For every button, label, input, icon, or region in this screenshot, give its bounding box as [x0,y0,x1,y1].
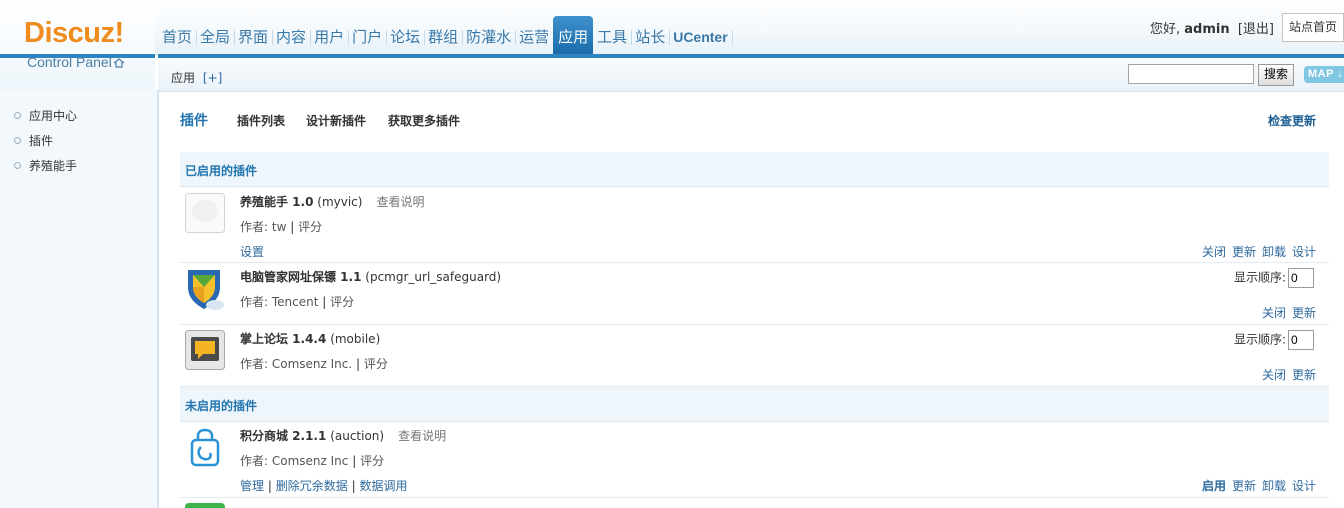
shopping-bag-icon [185,427,225,467]
update-link[interactable]: 更新 [1292,368,1316,382]
enabled-section-header: 已启用的插件 [180,152,1329,187]
search-input[interactable] [1128,64,1254,84]
plugin-ops: 启用 更新 卸载 设计 [1196,477,1316,494]
plugin-name: 养殖能手 1.0 (myvic) 查看说明 [240,195,425,209]
logout-link[interactable]: [退出] [1238,22,1274,37]
breadcrumb: 应用 [+] [171,71,223,85]
plugin-author: 作者: tw | 评分 [240,220,323,234]
nav-users[interactable]: 用户 [310,16,350,56]
bullet-icon [14,162,21,169]
nav-home[interactable]: 首页 [158,16,198,56]
plugin-row [180,498,1329,508]
plugin-row: 积分商城 2.1.1 (auction) 查看说明 作者: Comsenz Inc… [180,422,1329,498]
rate-link[interactable]: 评分 [360,454,384,468]
user-area: 您好, admin [退出] 站点首页 [1150,13,1344,42]
plugin-author: 作者: Comsenz Inc. | 评分 [240,357,388,371]
nav-global[interactable]: 全局 [196,16,236,56]
disable-link[interactable]: 关闭 [1262,368,1286,382]
display-order: 显示顺序: [1234,330,1314,350]
plugin-row: 掌上论坛 1.4.4 (mobile) 作者: Comsenz Inc. | 评… [180,325,1329,387]
bullet-icon [14,137,21,144]
tab-plugin-list[interactable]: 插件列表 [237,112,285,129]
sidebar-item-plugins[interactable]: 插件 [14,131,157,156]
header-bar-left [0,54,155,58]
home-icon [113,58,125,68]
tab-design-plugin[interactable]: 设计新插件 [306,112,366,129]
design-link[interactable]: 设计 [1292,245,1316,259]
design-link[interactable]: 设计 [1292,479,1316,493]
rate-link[interactable]: 评分 [364,357,388,371]
mobile-icon [185,330,225,370]
nav-apps[interactable]: 应用 [553,16,594,56]
plugin-ops: 关闭 更新 [1256,366,1316,383]
sidebar: 应用中心 插件 养殖能手 [0,90,159,508]
nav-antispam[interactable]: 防灌水 [462,16,517,56]
nav-interface[interactable]: 界面 [234,16,274,56]
plugin-row: 养殖能手 1.0 (myvic) 查看说明 作者: tw | 评分 设置 关闭 更新… [180,187,1329,263]
plugin-author: 作者: Comsenz Inc | 评分 [240,454,385,468]
map-button[interactable]: MAP ↓ [1304,66,1344,83]
disable-link[interactable]: 关闭 [1262,306,1286,320]
search-button[interactable]: 搜索 [1258,64,1294,86]
nav-webmaster[interactable]: 站长 [631,16,671,56]
nav-tools[interactable]: 工具 [593,16,633,56]
greeting: 您好, admin [退出] [1149,22,1274,37]
plugin-author: 作者: Tencent | 评分 [240,295,355,309]
disabled-section-header: 未启用的插件 [180,387,1329,422]
settings-link[interactable]: 设置 [240,245,264,259]
nav-groups[interactable]: 群组 [424,16,464,56]
site-home-button[interactable]: 站点首页 [1282,13,1344,42]
plugin-name: 积分商城 2.1.1 (auction) 查看说明 [240,429,447,443]
logo[interactable]: Discuz! Control Panel [0,0,155,90]
username: admin [1184,22,1230,37]
rate-link[interactable]: 评分 [298,220,322,234]
shield-icon [185,267,225,310]
uninstall-link[interactable]: 卸载 [1262,479,1286,493]
update-link[interactable]: 更新 [1232,245,1256,259]
tab-get-more-plugins[interactable]: 获取更多插件 [388,112,460,129]
check-update-link[interactable]: 检查更新 [1268,112,1316,129]
delete-redundant-data-link[interactable]: 删除冗余数据 [276,479,348,493]
plugin-row: 电脑管家网址保镖 1.1 (pcmgr_url_safeguard) 作者: T… [180,263,1329,325]
nav-portal[interactable]: 门户 [348,16,388,56]
sidebar-item-breeding[interactable]: 养殖能手 [14,156,157,181]
sidebar-item-app-center[interactable]: 应用中心 [14,106,157,131]
bullet-icon [14,112,21,119]
uninstall-link[interactable]: 卸载 [1262,245,1286,259]
nav-forum[interactable]: 论坛 [386,16,426,56]
plugin-ops: 关闭 更新 [1256,304,1316,321]
enable-link[interactable]: 启用 [1202,479,1226,493]
header: Discuz! Control Panel 首页 全局 界面 内容 用户 门户 论坛 群组 防灌… [0,0,1344,90]
plugin-links: 管理 | 删除冗余数据 | 数据调用 [240,479,408,493]
plugin-ops: 关闭 更新 卸载 设计 [1196,243,1316,260]
plugin-name: 电脑管家网址保镖 1.1 (pcmgr_url_safeguard) [240,270,502,284]
plugin-icon [185,503,225,508]
main-nav: 首页 全局 界面 内容 用户 门户 论坛 群组 防灌水 运营 应用 工具 站长 UCenter [158,16,734,56]
update-link[interactable]: 更新 [1232,479,1256,493]
display-order-input[interactable] [1288,330,1314,350]
sub-header: 应用 [+] 搜索 MAP ↓ [158,58,1344,92]
display-order-input[interactable] [1288,268,1314,288]
disable-link[interactable]: 关闭 [1202,245,1226,259]
nav-content[interactable]: 内容 [272,16,312,56]
plugin-name: 掌上论坛 1.4.4 (mobile) [240,332,381,346]
tab-plugins[interactable]: 插件 [180,110,208,130]
main-content: 插件 插件列表 设计新插件 获取更多插件 检查更新 已启用的插件 养殖能手 1.… [180,92,1329,508]
nav-operations[interactable]: 运营 [515,16,553,56]
nav-ucenter[interactable]: UCenter [669,16,734,56]
plugin-tabs: 插件 插件列表 设计新插件 获取更多插件 检查更新 [180,92,1329,152]
add-shortcut-link[interactable]: [+] [203,71,222,85]
plugin-icon [185,193,225,233]
logo-brand: Discuz! [24,17,124,49]
view-doc-link[interactable]: 查看说明 [398,429,446,443]
view-doc-link[interactable]: 查看说明 [376,195,424,209]
display-order: 显示顺序: [1234,268,1314,288]
update-link[interactable]: 更新 [1292,306,1316,320]
rate-link[interactable]: 评分 [330,295,354,309]
plugin-links: 设置 [240,243,264,260]
data-call-link[interactable]: 数据调用 [359,479,407,493]
manage-link[interactable]: 管理 [240,479,264,493]
